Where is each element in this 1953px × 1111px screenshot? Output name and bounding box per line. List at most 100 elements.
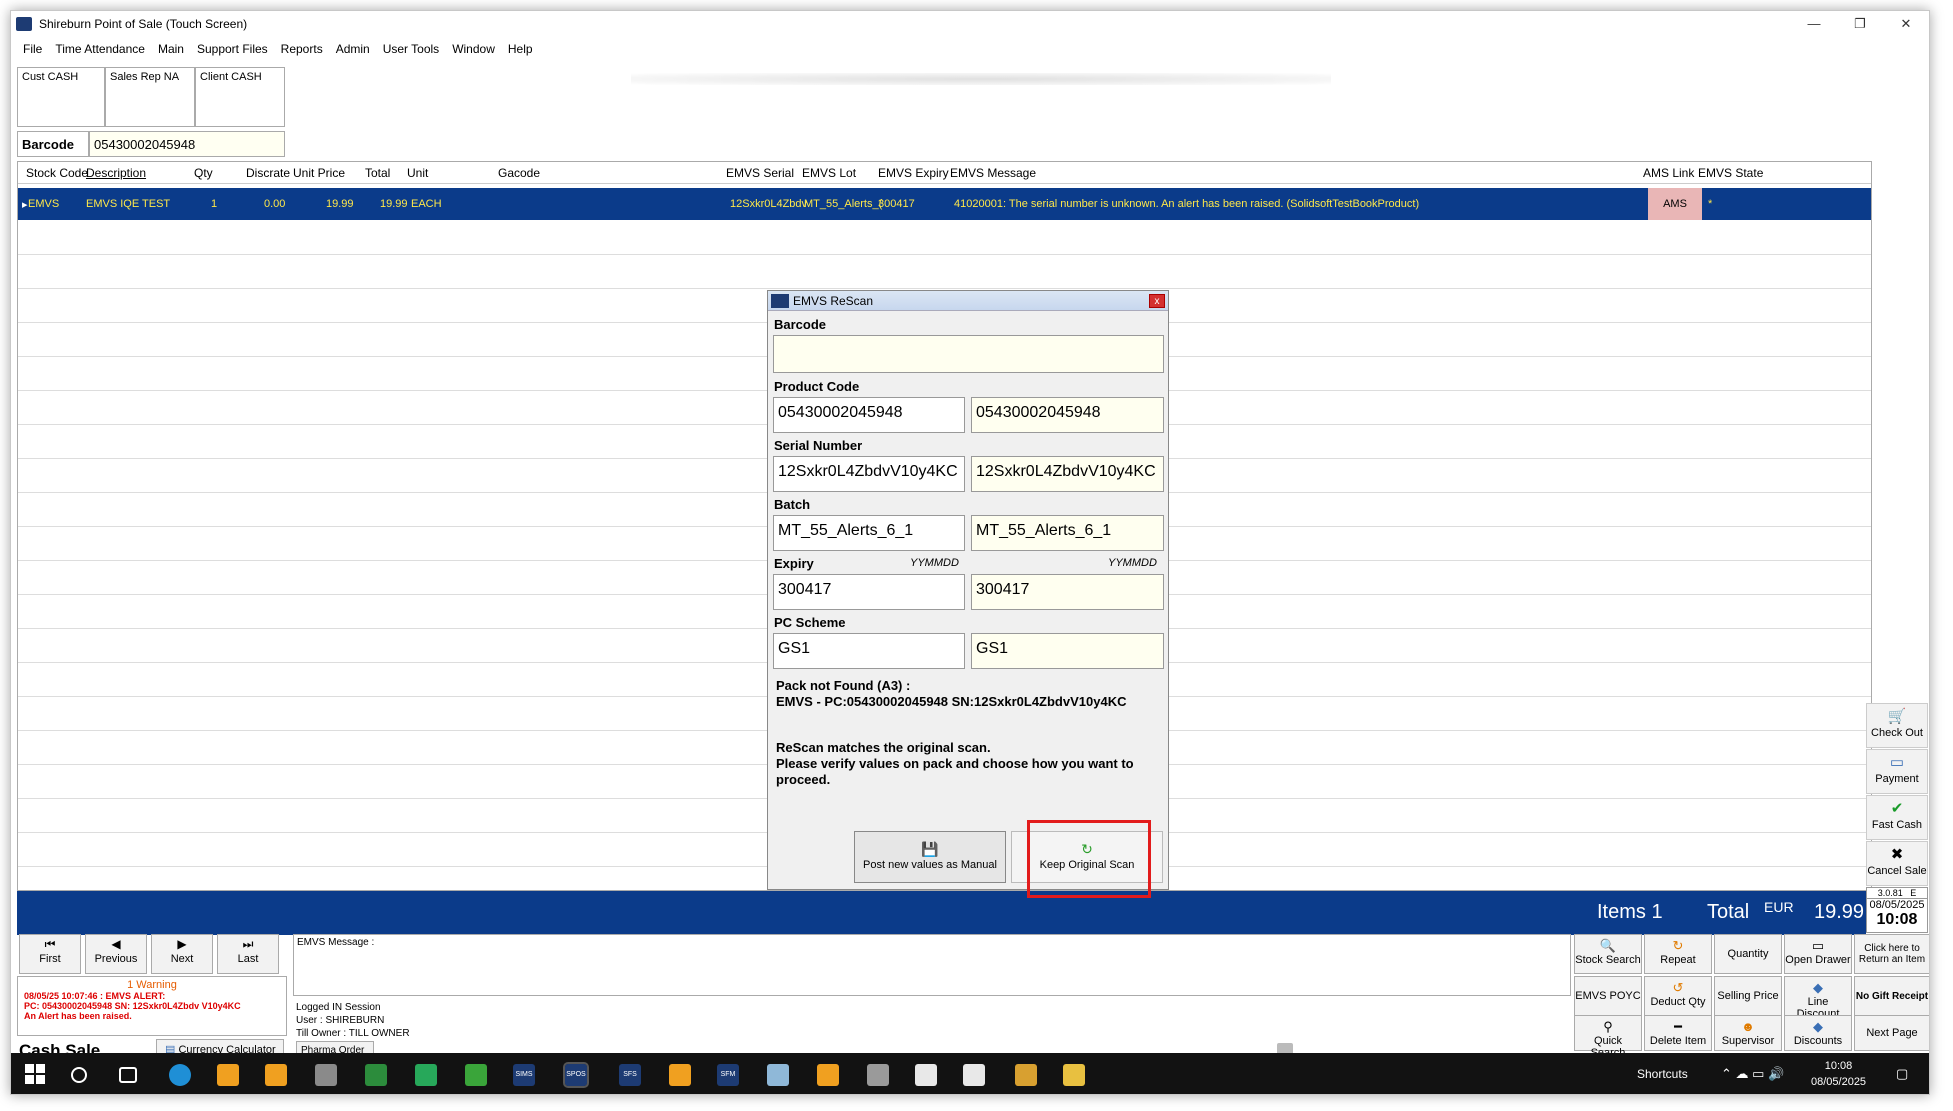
pc-scheme-new-input[interactable]: GS1 bbox=[773, 633, 965, 669]
taskbar-date: 08/05/2025 bbox=[1811, 1076, 1867, 1088]
col-qty[interactable]: Qty bbox=[194, 166, 213, 180]
col-emvs-serial[interactable]: EMVS Serial bbox=[726, 166, 794, 180]
menu-reports[interactable]: Reports bbox=[275, 39, 330, 59]
app-icon-7[interactable] bbox=[669, 1064, 691, 1086]
product-code-new-input[interactable]: 05430002045948 bbox=[773, 397, 965, 433]
app-icon-8[interactable] bbox=[767, 1064, 789, 1086]
status-date: 08/05/2025 bbox=[1869, 899, 1925, 911]
check-out-button[interactable]: 🛒 Check Out bbox=[1866, 703, 1928, 748]
menu-main[interactable]: Main bbox=[152, 39, 191, 59]
col-description[interactable]: Description bbox=[86, 166, 146, 180]
task-view-icon[interactable] bbox=[119, 1067, 137, 1083]
emvs-poyc-button[interactable]: EMVS POYC bbox=[1574, 976, 1642, 1016]
dialog-close-button[interactable]: x bbox=[1149, 294, 1165, 308]
grid-line bbox=[18, 288, 1871, 289]
barcode-input[interactable]: 05430002045948 bbox=[89, 131, 285, 157]
col-ams-link[interactable]: AMS Link bbox=[1643, 166, 1694, 180]
table-row[interactable]: ▸ EMVS EMVS IQE TEST 1 0.00 19.99 19.99 … bbox=[18, 188, 1871, 220]
no-gift-receipt-button[interactable]: No Gift Receipt bbox=[1854, 976, 1929, 1016]
warning-box[interactable]: 1 Warning 08/05/25 10:07:46 : EMVS ALERT… bbox=[17, 976, 287, 1036]
keep-original-scan-button[interactable]: ↻ Keep Original Scan bbox=[1011, 831, 1163, 883]
payment-button[interactable]: ▭ Payment bbox=[1866, 749, 1928, 794]
app-icon-1[interactable] bbox=[217, 1064, 239, 1086]
sales-rep-box[interactable]: Sales Rep NA bbox=[105, 67, 195, 127]
selling-price-button[interactable]: Selling Price bbox=[1714, 976, 1782, 1016]
col-emvs-lot[interactable]: EMVS Lot bbox=[802, 166, 856, 180]
app-icon-10[interactable] bbox=[867, 1064, 889, 1086]
last-icon: ⏭ bbox=[242, 937, 254, 951]
menu-admin[interactable]: Admin bbox=[330, 39, 377, 59]
sfm-icon[interactable]: SFM bbox=[717, 1064, 739, 1086]
menu-file[interactable]: File bbox=[17, 39, 49, 59]
cell-unit: EACH bbox=[411, 198, 442, 210]
menu-support-files[interactable]: Support Files bbox=[191, 39, 275, 59]
supervisor-button[interactable]: ☻ Supervisor bbox=[1714, 1015, 1782, 1051]
menu-help[interactable]: Help bbox=[502, 39, 540, 59]
notifications-icon[interactable]: ▢ bbox=[1896, 1066, 1908, 1082]
app-icon-13[interactable] bbox=[1015, 1064, 1037, 1086]
system-tray-icons[interactable]: ⌃ ☁ ▭ 🔊 bbox=[1721, 1066, 1784, 1082]
col-emvs-message[interactable]: EMVS Message bbox=[950, 166, 1036, 180]
col-unit[interactable]: Unit bbox=[407, 166, 428, 180]
dialog-barcode-input[interactable] bbox=[773, 335, 1164, 373]
edge-icon[interactable] bbox=[169, 1064, 191, 1086]
sfs-icon[interactable]: SFS bbox=[619, 1064, 641, 1086]
cancel-sale-button[interactable]: ✖ Cancel Sale bbox=[1866, 841, 1928, 886]
app-icon-9[interactable] bbox=[817, 1064, 839, 1086]
folder-icon[interactable] bbox=[1063, 1064, 1085, 1086]
restore-button[interactable]: ❐ bbox=[1837, 11, 1883, 39]
col-stock-code[interactable]: Stock Code bbox=[26, 166, 88, 180]
quick-search-button[interactable]: ⚲Quick Search bbox=[1574, 1015, 1642, 1059]
delete-item-button[interactable]: ━ Delete Item bbox=[1644, 1015, 1712, 1051]
menu-time-attendance[interactable]: Time Attendance bbox=[49, 39, 152, 59]
batch-new-input[interactable]: MT_55_Alerts_6_1 bbox=[773, 515, 965, 551]
menu-window[interactable]: Window bbox=[446, 39, 502, 59]
taskbar-clock[interactable]: 10:08 08/05/2025 bbox=[1811, 1058, 1866, 1090]
app-icon-6[interactable] bbox=[465, 1064, 487, 1086]
app-icon-2[interactable] bbox=[265, 1064, 287, 1086]
expiry-new-input[interactable]: 300417 bbox=[773, 574, 965, 610]
discounts-button[interactable]: ◆ Discounts bbox=[1784, 1015, 1852, 1051]
x-icon: ✖ bbox=[1890, 846, 1904, 863]
shortcuts-toolbar[interactable]: Shortcuts bbox=[1637, 1067, 1688, 1081]
col-unit-price[interactable]: Unit Price bbox=[293, 166, 345, 180]
repeat-button[interactable]: ↻ Repeat bbox=[1644, 934, 1712, 974]
col-emvs-state[interactable]: EMVS State bbox=[1698, 166, 1763, 180]
open-drawer-button[interactable]: ▭ Open Drawer bbox=[1784, 934, 1852, 974]
stock-search-button[interactable]: 🔍 Stock Search bbox=[1574, 934, 1642, 974]
fast-cash-button[interactable]: ✔ Fast Cash bbox=[1866, 795, 1928, 840]
quantity-button[interactable]: Quantity bbox=[1714, 934, 1782, 974]
next-button[interactable]: ▶ Next bbox=[151, 934, 213, 974]
next-page-button[interactable]: Next Page bbox=[1854, 1015, 1929, 1051]
menu-user-tools[interactable]: User Tools bbox=[377, 39, 446, 59]
last-button[interactable]: ⏭ Last bbox=[217, 934, 279, 974]
close-button[interactable]: ✕ bbox=[1883, 11, 1929, 39]
previous-button[interactable]: ◀ Previous bbox=[85, 934, 147, 974]
serial-number-new-input[interactable]: 12Sxkr0L4ZbdvV10y4KC bbox=[773, 456, 965, 492]
app-icon-4[interactable] bbox=[365, 1064, 387, 1086]
minimize-button[interactable]: — bbox=[1791, 11, 1837, 39]
dialog-barcode-label: Barcode bbox=[774, 317, 827, 332]
app-icon-11[interactable] bbox=[915, 1064, 937, 1086]
col-total[interactable]: Total bbox=[365, 166, 390, 180]
post-as-manual-button[interactable]: 💾 Post new values as Manual bbox=[854, 831, 1006, 883]
col-gacode[interactable]: Gacode bbox=[498, 166, 540, 180]
app-icon-3[interactable] bbox=[315, 1064, 337, 1086]
app-icon-5[interactable] bbox=[415, 1064, 437, 1086]
return-item-button[interactable]: Click here to Return an Item bbox=[1854, 934, 1929, 974]
spos-icon[interactable]: SPOS bbox=[563, 1062, 589, 1088]
app-icon-12[interactable] bbox=[963, 1064, 985, 1086]
line-discount-button[interactable]: ◆ Line Discount bbox=[1784, 976, 1852, 1020]
cust-box[interactable]: Cust CASH bbox=[17, 67, 105, 127]
sims-icon[interactable]: SIMS bbox=[513, 1064, 535, 1086]
ams-link-button[interactable]: AMS bbox=[1648, 188, 1702, 220]
col-discrate[interactable]: Discrate bbox=[246, 166, 290, 180]
first-button[interactable]: ⏮ First bbox=[19, 934, 81, 974]
col-emvs-expiry[interactable]: EMVS Expiry bbox=[878, 166, 949, 180]
session-line-1: Logged IN Session bbox=[296, 1002, 381, 1013]
next-label: Next bbox=[170, 953, 194, 965]
windows-start-icon[interactable] bbox=[25, 1064, 45, 1084]
deduct-qty-button[interactable]: ↺ Deduct Qty bbox=[1644, 976, 1712, 1016]
client-box[interactable]: Client CASH bbox=[195, 67, 285, 127]
search-icon[interactable] bbox=[71, 1067, 87, 1083]
